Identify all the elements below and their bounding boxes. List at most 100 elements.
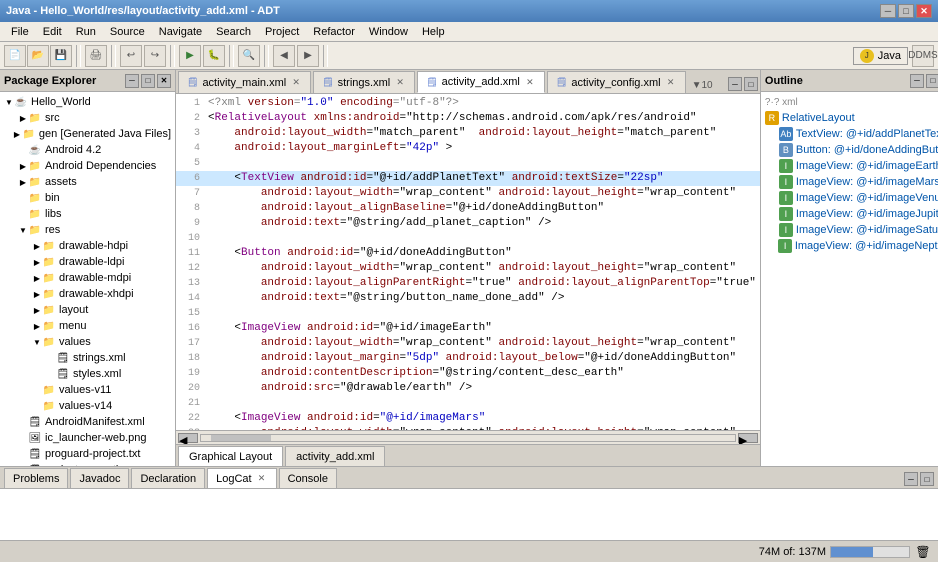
tree-icon-13: 📁 — [42, 303, 56, 317]
tree-item-7[interactable]: 📁libs — [2, 206, 173, 222]
outline-button-done[interactable]: B Button: @+id/doneAddingButton — [763, 142, 938, 158]
open-button[interactable]: 📂 — [27, 45, 49, 67]
tab-logcat[interactable]: LogCat ✕ — [207, 468, 276, 488]
editor-max-btn[interactable]: □ — [744, 77, 758, 91]
tab-close-3[interactable]: ✕ — [524, 76, 536, 88]
tab-close-2[interactable]: ✕ — [394, 77, 406, 89]
outline-imageview-jupiter[interactable]: I ImageView: @+id/imageJupiter — [763, 206, 938, 222]
tab-console[interactable]: Console — [279, 468, 337, 488]
tree-item-1[interactable]: ▶📁src — [2, 110, 173, 126]
main-area: Package Explorer ─ □ ✕ ▼☕Hello_World▶📁sr… — [0, 70, 938, 466]
menu-search[interactable]: Search — [209, 24, 258, 40]
tree-label-7: libs — [45, 208, 62, 220]
tree-item-5[interactable]: ▶📁assets — [2, 174, 173, 190]
tab-activity-add[interactable]: 🗒 activity_add.xml ✕ — [417, 71, 545, 93]
outline-imageview-venus[interactable]: I ImageView: @+id/imageVenus — [763, 190, 938, 206]
horizontal-scrollbar[interactable]: ◀ ▶ — [176, 430, 760, 444]
print-button[interactable]: 🖨 — [85, 45, 107, 67]
line-num-1: 1 — [180, 96, 200, 111]
menu-run[interactable]: Run — [69, 24, 103, 40]
scroll-track[interactable] — [200, 434, 736, 442]
tab-close-1[interactable]: ✕ — [290, 77, 302, 89]
tree-item-13[interactable]: ▶📁layout — [2, 302, 173, 318]
tab-logcat-close[interactable]: ✕ — [256, 473, 268, 485]
tab-close-4[interactable]: ✕ — [665, 77, 677, 89]
menu-help[interactable]: Help — [415, 24, 452, 40]
outline-relative-layout[interactable]: R RelativeLayout — [763, 110, 938, 126]
bottom-panel-min-btn[interactable]: ─ — [904, 472, 918, 486]
new-button[interactable]: 📄 — [4, 45, 26, 67]
tree-item-12[interactable]: ▶📁drawable-xhdpi — [2, 286, 173, 302]
panel-close-btn[interactable]: ✕ — [157, 74, 171, 88]
forward-button[interactable]: ▶ — [297, 45, 319, 67]
search-toolbar-button[interactable]: 🔍 — [238, 45, 260, 67]
outline-max-btn[interactable]: □ — [926, 74, 938, 88]
minimize-button[interactable]: ─ — [880, 4, 896, 18]
tree-item-9[interactable]: ▶📁drawable-hdpi — [2, 238, 173, 254]
tree-item-10[interactable]: ▶📁drawable-ldpi — [2, 254, 173, 270]
run-button[interactable]: ▶ — [179, 45, 201, 67]
tree-item-14[interactable]: ▶📁menu — [2, 318, 173, 334]
tab-graphical-layout[interactable]: Graphical Layout — [178, 446, 283, 466]
xml-code-editor[interactable]: 1<?xml version="1.0" encoding="utf-8"?>2… — [176, 94, 760, 430]
tab-declaration[interactable]: Declaration — [131, 468, 205, 488]
debug-button[interactable]: 🐛 — [203, 45, 225, 67]
tab-activity-main[interactable]: 🗒 activity_main.xml ✕ — [178, 71, 311, 93]
tree-item-16[interactable]: 🗒strings.xml — [2, 350, 173, 366]
outline-imageview-saturn[interactable]: I ImageView: @+id/imageSaturn — [763, 222, 938, 238]
tab-activity-config[interactable]: 🗒 activity_config.xml ✕ — [547, 71, 686, 93]
tree-item-20[interactable]: 🗒AndroidManifest.xml — [2, 414, 173, 430]
back-button[interactable]: ◀ — [273, 45, 295, 67]
scroll-left-btn[interactable]: ◀ — [178, 433, 198, 443]
tab-xml-source[interactable]: activity_add.xml — [285, 446, 385, 466]
tree-item-3[interactable]: ☕Android 4.2 — [2, 142, 173, 158]
tree-item-21[interactable]: 🖼ic_launcher-web.png — [2, 430, 173, 446]
editor-min-btn[interactable]: ─ — [728, 77, 742, 91]
tree-item-15[interactable]: ▼📁values — [2, 334, 173, 350]
menu-window[interactable]: Window — [362, 24, 415, 40]
menu-edit[interactable]: Edit — [36, 24, 69, 40]
menu-refactor[interactable]: Refactor — [306, 24, 362, 40]
tree-item-17[interactable]: 🗒styles.xml — [2, 366, 173, 382]
maximize-button[interactable]: □ — [898, 4, 914, 18]
panel-max-btn[interactable]: □ — [141, 74, 155, 88]
tab-strings[interactable]: 🗒 strings.xml ✕ — [313, 71, 415, 93]
memory-label: 74M of: 137M — [759, 546, 826, 558]
menu-navigate[interactable]: Navigate — [152, 24, 209, 40]
tree-icon-4: 📁 — [28, 159, 42, 173]
save-button[interactable]: 💾 — [50, 45, 72, 67]
scroll-right-btn[interactable]: ▶ — [738, 433, 758, 443]
tree-item-11[interactable]: ▶📁drawable-mdpi — [2, 270, 173, 286]
tree-item-0[interactable]: ▼☕Hello_World — [2, 94, 173, 110]
outline-textview-addplanet[interactable]: Ab TextView: @+id/addPlanetText — [763, 126, 938, 142]
tree-item-4[interactable]: ▶📁Android Dependencies — [2, 158, 173, 174]
tree-item-18[interactable]: 📁values-v11 — [2, 382, 173, 398]
tree-item-23[interactable]: 🗒project.properties — [2, 462, 173, 466]
tree-item-6[interactable]: 📁bin — [2, 190, 173, 206]
ddms-button[interactable]: DDMS — [912, 45, 934, 67]
tree-item-2[interactable]: ▶📁gen [Generated Java Files] — [2, 126, 173, 142]
tab-problems[interactable]: Problems — [4, 468, 68, 488]
outline-imageview-mars[interactable]: I ImageView: @+id/imageMars — [763, 174, 938, 190]
menu-file[interactable]: File — [4, 24, 36, 40]
undo-button[interactable]: ↩ — [120, 45, 142, 67]
window-title: Java - Hello_World/res/layout/activity_a… — [6, 5, 280, 17]
tree-item-8[interactable]: ▼📁res — [2, 222, 173, 238]
menu-project[interactable]: Project — [258, 24, 306, 40]
panel-minimize-btn[interactable]: ─ — [125, 74, 139, 88]
perspective-badge[interactable]: J Java — [853, 47, 908, 65]
close-button[interactable]: ✕ — [916, 4, 932, 18]
garbage-collect-button[interactable]: 🗑 — [914, 543, 932, 561]
outline-imageview-earth[interactable]: I ImageView: @+id/imageEarth — [763, 158, 938, 174]
tab-javadoc[interactable]: Javadoc — [70, 468, 129, 488]
outline-min-btn[interactable]: ─ — [910, 74, 924, 88]
code-content-2: <RelativeLayout xmlns:android="http://sc… — [208, 111, 756, 126]
outline-imgmars-label: ImageView: @+id/imageMars — [796, 176, 938, 188]
scroll-thumb[interactable] — [211, 435, 271, 441]
outline-imageview-neptune[interactable]: I ImageView: @+id/imageNeptune — [763, 238, 938, 254]
bottom-panel-max-btn[interactable]: □ — [920, 472, 934, 486]
tree-item-22[interactable]: 🗒proguard-project.txt — [2, 446, 173, 462]
tree-item-19[interactable]: 📁values-v14 — [2, 398, 173, 414]
menu-source[interactable]: Source — [103, 24, 152, 40]
redo-button[interactable]: ↪ — [144, 45, 166, 67]
